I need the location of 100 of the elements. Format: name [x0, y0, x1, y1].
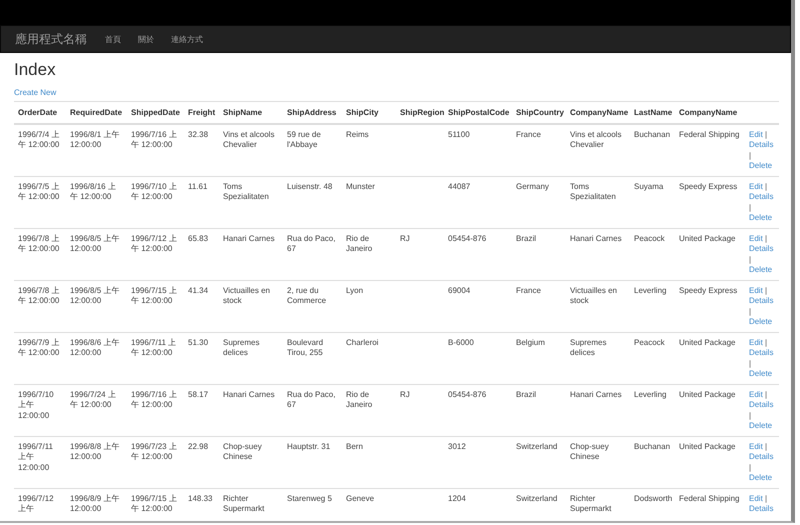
- table-cell: United Package: [679, 234, 736, 242]
- table-cell: Richter Supermarkt: [223, 494, 264, 513]
- nav-link[interactable]: 關於: [138, 34, 154, 44]
- separator: |: [749, 202, 752, 212]
- separator: |: [749, 462, 752, 472]
- separator: |: [765, 234, 768, 242]
- separator: |: [749, 306, 752, 316]
- separator: |: [765, 130, 768, 138]
- table-cell: 1996/7/10 上午 12:00:00: [131, 182, 177, 201]
- table-cell: 59 rue de l'Abbaye: [287, 130, 321, 149]
- table-cell: 1996/7/24 上午 12:00:00: [70, 390, 116, 409]
- column-header: ShipPostalCode: [448, 108, 510, 117]
- nav-link[interactable]: 首頁: [105, 34, 121, 44]
- table-cell: France: [516, 286, 541, 294]
- create-new-link[interactable]: Create New: [14, 88, 56, 97]
- column-header: CompanyName: [679, 108, 738, 117]
- action-link[interactable]: Details: [749, 140, 774, 149]
- action-link[interactable]: Delete: [749, 265, 772, 274]
- table-cell: 58.17: [188, 390, 208, 398]
- action-link[interactable]: Delete: [749, 161, 772, 170]
- action-link[interactable]: Delete: [749, 213, 772, 222]
- table-cell: Rua do Paco, 67: [287, 390, 336, 409]
- table-cell: 1996/8/1 上午 12:00:00: [70, 130, 120, 149]
- table-cell: United Package: [679, 338, 736, 346]
- action-link[interactable]: Details: [749, 244, 774, 253]
- action-link[interactable]: Edit: [749, 494, 763, 502]
- table-cell: 3012: [448, 442, 466, 450]
- table-cell: RJ: [400, 390, 410, 398]
- table-cell: Speedy Express: [679, 182, 738, 190]
- table-cell: Federal Shipping: [679, 130, 740, 138]
- table-cell: Starenweg 5: [287, 494, 332, 502]
- table-cell: 1204: [448, 494, 466, 502]
- table-cell: Richter Supermarkt: [570, 494, 612, 513]
- action-link[interactable]: Details: [749, 192, 774, 201]
- table-cell: 1996/7/12 上午 12:00:00: [131, 234, 177, 253]
- table-cell: Reims: [346, 130, 369, 138]
- separator: |: [749, 358, 752, 368]
- table-cell: Dodsworth: [634, 494, 672, 502]
- table-cell: Peacock: [634, 234, 665, 242]
- table-cell: Brazil: [516, 390, 536, 398]
- action-link[interactable]: Edit: [749, 234, 763, 242]
- table-cell: 51.30: [188, 338, 208, 346]
- table-cell: Rua do Paco, 67: [287, 234, 336, 253]
- separator: |: [749, 410, 752, 420]
- table-cell: Suyama: [634, 182, 664, 190]
- action-link[interactable]: Details: [749, 400, 774, 409]
- action-link[interactable]: Delete: [749, 421, 772, 430]
- table-cell: Chop-suey Chinese: [223, 442, 262, 461]
- table-cell: Peacock: [634, 338, 665, 346]
- action-link[interactable]: Edit: [749, 286, 763, 294]
- action-link[interactable]: Delete: [749, 369, 772, 378]
- separator: |: [765, 338, 768, 346]
- action-link[interactable]: Delete: [749, 473, 772, 482]
- table-cell: 1996/8/16 上午 12:00:00: [70, 182, 116, 201]
- table-cell: Victuailles en stock: [570, 286, 617, 305]
- table-cell: Boulevard Tirou, 255: [287, 338, 324, 357]
- column-header: ShippedDate: [131, 108, 180, 117]
- action-link[interactable]: Details: [749, 296, 774, 305]
- table-cell: Vins et alcools Chevalier: [570, 130, 622, 149]
- table-cell: Switzerland: [516, 494, 558, 502]
- table-cell: France: [516, 130, 541, 138]
- column-header: CompanyName: [570, 108, 628, 117]
- action-link[interactable]: Details: [749, 504, 774, 513]
- table-cell: RJ: [400, 234, 410, 242]
- table-cell: Toms Spezialitaten: [570, 182, 616, 201]
- table-cell: Switzerland: [516, 442, 558, 450]
- table-cell: Bern: [346, 442, 363, 450]
- table-cell: Leverling: [634, 286, 666, 294]
- table-cell: 05454-876: [448, 234, 486, 242]
- table-cell: 1996/7/5 上午 12:00:00: [18, 182, 60, 201]
- column-header: ShipName: [223, 108, 262, 117]
- action-link[interactable]: Details: [749, 348, 774, 357]
- page-title: Index: [14, 60, 57, 80]
- action-link[interactable]: Edit: [749, 182, 763, 190]
- action-link[interactable]: Edit: [749, 338, 763, 346]
- table-cell: 1996/7/11 上午 12:00:00: [131, 338, 176, 357]
- separator: |: [749, 254, 752, 264]
- table-cell: 1996/8/5 上午 12:00:00: [70, 234, 120, 253]
- action-link[interactable]: Edit: [749, 130, 763, 138]
- column-header: Freight: [188, 108, 216, 117]
- table-cell: 65.83: [188, 234, 208, 242]
- table-cell: Belgium: [516, 338, 545, 346]
- column-header: LastName: [634, 108, 672, 117]
- action-link[interactable]: Delete: [749, 317, 772, 326]
- action-link[interactable]: Edit: [749, 390, 763, 398]
- table-cell: Hanari Carnes: [223, 234, 275, 242]
- table-cell: 1996/7/9 上午 12:00:00: [18, 338, 60, 357]
- table-cell: 51100: [448, 130, 470, 138]
- action-link[interactable]: Edit: [749, 442, 763, 450]
- table-cell: Hanari Carnes: [570, 234, 622, 242]
- separator: |: [765, 286, 768, 294]
- nav-link[interactable]: 連絡方式: [171, 34, 203, 44]
- table-cell: Hauptstr. 31: [287, 442, 330, 450]
- table-cell: 05454-876: [448, 390, 486, 398]
- column-header: ShipCity: [346, 108, 378, 117]
- action-link[interactable]: Details: [749, 452, 774, 461]
- table-cell: 1996/8/8 上午 12:00:00: [70, 442, 120, 461]
- column-header: ShipRegion: [400, 108, 444, 117]
- brand-link[interactable]: 應用程式名稱: [15, 30, 87, 48]
- table-cell: Buchanan: [634, 442, 670, 450]
